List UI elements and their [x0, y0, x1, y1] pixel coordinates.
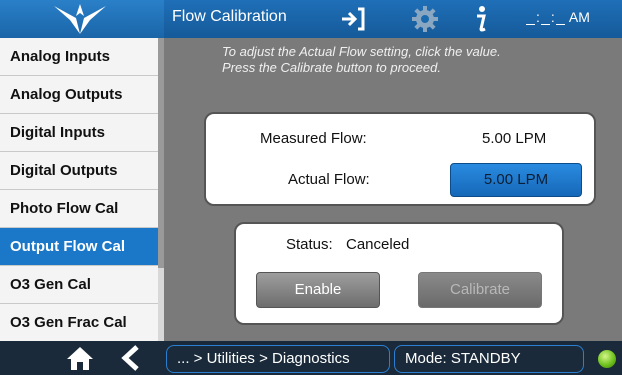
info-icon[interactable] — [472, 4, 490, 34]
exit-icon[interactable] — [340, 4, 366, 34]
back-chevron-icon[interactable] — [120, 345, 142, 371]
measured-flow-value: 5.00 LPM — [482, 130, 547, 147]
sidebar-item-analog-outputs[interactable]: Analog Outputs — [0, 76, 158, 114]
status-led-icon — [598, 350, 616, 368]
breadcrumb[interactable]: ... > Utilities > Diagnostics — [166, 345, 390, 373]
status-label: Status: — [286, 236, 333, 253]
actual-flow-button[interactable]: 5.00 LPM — [450, 163, 582, 197]
home-icon[interactable] — [66, 345, 94, 371]
sidebar-item-photo-flow-cal[interactable]: Photo Flow Cal — [0, 190, 158, 228]
clock-hours — [526, 11, 535, 25]
sidebar-item-o3-gen-cal[interactable]: O3 Gen Cal — [0, 266, 158, 304]
logo-area — [0, 0, 164, 38]
page-title: Flow Calibration — [172, 8, 287, 25]
clock-ampm: AM — [568, 9, 590, 25]
status-value: Canceled — [346, 236, 410, 253]
enable-button[interactable]: Enable — [256, 272, 380, 308]
measured-flow-label: Measured Flow: — [260, 130, 367, 147]
flow-panel: Measured Flow: 5.00 LPM Actual Flow: 5.0… — [204, 112, 596, 206]
sidebar-item-analog-inputs[interactable]: Analog Inputs — [0, 38, 158, 76]
calibrate-button[interactable]: Calibrate — [418, 272, 542, 308]
gear-icon[interactable] — [410, 4, 440, 34]
sidebar-item-o3-gen-frac-cal[interactable]: O3 Gen Frac Cal — [0, 304, 158, 342]
sidebar: Analog Inputs Analog Outputs Digital Inp… — [0, 38, 164, 342]
instruction-line-2: Press the Calibrate button to proceed. — [222, 60, 441, 75]
bottom-bar: ... > Utilities > Diagnostics Mode: STAN… — [0, 341, 622, 375]
status-panel: Status: Canceled Enable Calibrate — [234, 222, 564, 325]
clock-seconds — [555, 11, 565, 25]
trident-logo-icon — [54, 4, 106, 34]
sidebar-item-digital-inputs[interactable]: Digital Inputs — [0, 114, 158, 152]
sidebar-item-output-flow-cal[interactable]: Output Flow Cal — [0, 228, 158, 266]
clock-minutes — [540, 11, 550, 25]
instruction-line-1: To adjust the Actual Flow setting, click… — [222, 44, 501, 59]
top-bar: Flow Calibration :: AM — [0, 0, 622, 38]
sidebar-item-digital-outputs[interactable]: Digital Outputs — [0, 152, 158, 190]
clock: :: AM — [525, 9, 590, 25]
instructions: To adjust the Actual Flow setting, click… — [222, 44, 501, 76]
actual-flow-label: Actual Flow: — [288, 171, 370, 188]
mode-indicator: Mode: STANDBY — [394, 345, 584, 373]
main-content: To adjust the Actual Flow setting, click… — [164, 38, 622, 341]
